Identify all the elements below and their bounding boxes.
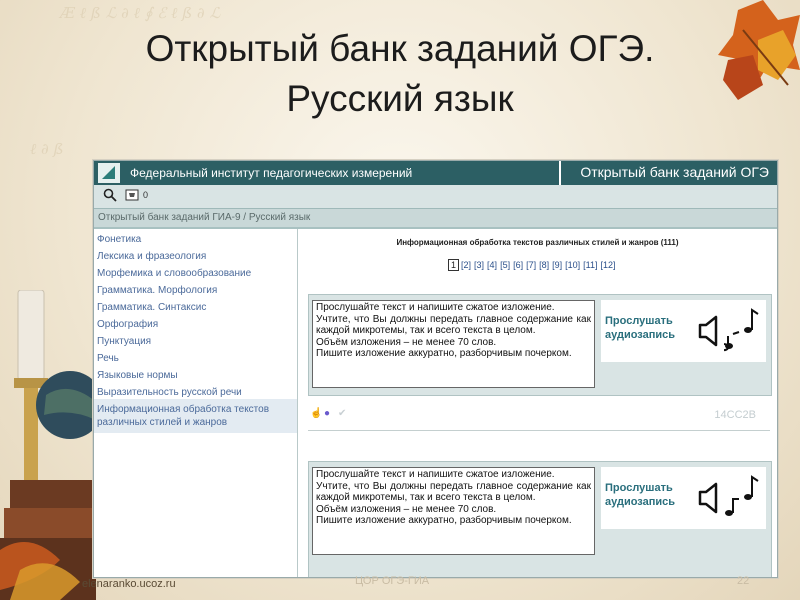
music-notes-icon — [724, 308, 759, 352]
sidebar-item-punctuation[interactable]: Пунктуация — [97, 336, 151, 347]
checkmark-icon[interactable]: ✔ — [338, 408, 346, 420]
page-current: 1 — [448, 259, 460, 271]
sidebar-item-syntax[interactable]: Грамматика. Синтаксис — [97, 302, 206, 313]
task-text: Прослушайте текст и напишите сжатое изло… — [312, 467, 595, 555]
listen-audio-label: Прослушать аудиозапись — [605, 314, 685, 342]
cart-icon[interactable] — [124, 188, 140, 204]
page-link[interactable]: [5] — [500, 260, 510, 270]
sidebar-item-lexicon[interactable]: Лексика и фразеология — [97, 251, 206, 262]
listen-audio-line1: Прослушать — [605, 482, 673, 494]
music-notes-icon — [725, 475, 759, 516]
sidebar-item-morphology[interactable]: Грамматика. Морфология — [97, 285, 217, 296]
sidebar-item-morphemics[interactable]: Морфемика и словообразование — [97, 268, 251, 279]
task-card: Прослушайте текст и напишите сжатое изло… — [308, 461, 772, 577]
sidebar-item-speech[interactable]: Речь — [97, 353, 119, 364]
sidebar-item-text-processing[interactable]: Информационная обработка текстов — [97, 404, 269, 415]
decorative-autumn-leaves — [718, 0, 800, 100]
pagination: 1 [2] [3] [4] [5] [6] [7] [8] [9] [10] [11] [12] — [448, 259, 619, 271]
speaker-icon — [698, 315, 718, 347]
task-separator — [308, 430, 770, 431]
sidebar-item-expressiveness[interactable]: Выразительность русской речи — [97, 387, 242, 398]
sidebar-item-norms[interactable]: Языковые нормы — [97, 370, 178, 381]
task-line: Объём изложения – не менее 70 слов. — [316, 336, 497, 348]
page-link[interactable]: [7] — [526, 260, 536, 270]
task-tools: ☝ ● ✔ 14CC2B — [308, 408, 770, 422]
listen-audio-label: Прослушать аудиозапись — [605, 481, 685, 509]
background-script-decoration: ℓ ∂ ß — [30, 140, 64, 158]
task-line: Пишите изложение аккуратно, разборчивым … — [316, 515, 572, 526]
task-line: Прослушайте текст и напишите сжатое изло… — [316, 469, 555, 480]
page-link[interactable]: [6] — [513, 260, 523, 270]
slide-title: Открытый банк заданий ОГЭ. Русский язык — [80, 24, 720, 124]
background-script-decoration: Æ ℓ ß ℒ ∂ ℓ ∮ ℰ ℓ ß ∂ ℒ — [60, 4, 221, 22]
page-link[interactable]: [9] — [552, 260, 562, 270]
breadcrumb: Открытый банк заданий ГИА-9 / Русский яз… — [94, 209, 777, 229]
fipi-screenshot: Федеральный институт педагогических изме… — [93, 160, 778, 578]
page-link[interactable]: [10] — [565, 260, 580, 270]
sidebar: Фонетика Лексика и фразеология Морфемика… — [94, 229, 298, 577]
listen-audio-button[interactable]: Прослушать аудиозапись — [601, 467, 766, 529]
footer-caption: ЦОР ОГЭ-ГИА — [355, 575, 430, 587]
task-line: Прослушайте текст и напишите сжатое изло… — [316, 302, 555, 313]
task-code: 14CC2B — [714, 409, 756, 421]
fipi-logo-icon[interactable] — [98, 163, 120, 183]
slide-title-line2: Русский язык — [286, 78, 514, 119]
section-heading: Информационная обработка текстов различн… — [396, 238, 679, 247]
toolbar: 0 — [94, 185, 777, 209]
listen-audio-line1: Прослушать — [605, 315, 673, 327]
site-header: Федеральный институт педагогических изме… — [94, 161, 777, 185]
page-link[interactable]: [4] — [487, 260, 497, 270]
header-divider — [559, 161, 561, 185]
sidebar-item-phonetics[interactable]: Фонетика — [97, 234, 141, 245]
task-line: Пишите изложение аккуратно, разборчивым … — [316, 348, 572, 359]
page-link[interactable]: [8] — [539, 260, 549, 270]
hand-pointer-icon[interactable]: ☝ — [310, 408, 322, 420]
task-text: Прослушайте текст и напишите сжатое изло… — [312, 300, 595, 388]
decorative-still-life — [0, 290, 96, 600]
sidebar-item-text-processing-cont[interactable]: различных стилей и жанров — [97, 417, 227, 428]
page-link[interactable]: [2] — [461, 260, 471, 270]
slide-number: 22 — [737, 575, 750, 587]
page-link[interactable]: [12] — [601, 260, 616, 270]
page-link[interactable]: [3] — [474, 260, 484, 270]
task-line: Учтите, что Вы должны передать главное с… — [316, 480, 591, 504]
task-line: Учтите, что Вы должны передать главное с… — [316, 313, 591, 337]
task-line: Объём изложения – не менее 70 слов. — [316, 503, 497, 515]
listen-audio-button[interactable]: Прослушать аудиозапись — [601, 300, 766, 362]
speaker-icon — [698, 482, 718, 514]
bullet-icon[interactable]: ● — [324, 408, 330, 420]
listen-audio-line2: аудиозапись — [605, 329, 676, 341]
breadcrumb-text[interactable]: Открытый банк заданий ГИА-9 / Русский яз… — [98, 212, 310, 223]
cart-count: 0 — [143, 190, 149, 200]
slide-title-line1: Открытый банк заданий ОГЭ. — [145, 28, 655, 69]
search-icon[interactable] — [102, 188, 118, 204]
bank-title: Открытый банк заданий ОГЭ — [580, 164, 769, 180]
task-card: Прослушайте текст и напишите сжатое изло… — [308, 294, 772, 396]
main-content: Информационная обработка текстов различн… — [298, 229, 777, 577]
listen-audio-line2: аудиозапись — [605, 496, 676, 508]
footer-site: elenaranko.ucoz.ru — [82, 578, 176, 590]
page-link[interactable]: [11] — [583, 260, 597, 270]
org-name: Федеральный институт педагогических изме… — [130, 166, 413, 180]
sidebar-item-orthography[interactable]: Орфография — [97, 319, 158, 330]
